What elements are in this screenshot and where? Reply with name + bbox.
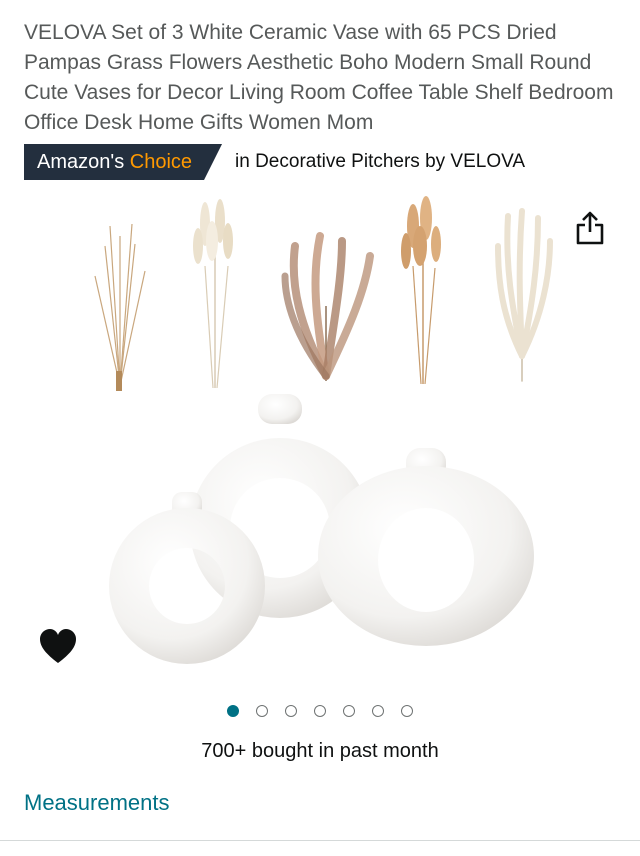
gallery-dot-5[interactable] bbox=[343, 705, 355, 717]
amazons-choice-row: Amazon's Choice in Decorative Pitchers b… bbox=[24, 144, 525, 180]
pampas-bundle-5 bbox=[495, 208, 553, 382]
gallery-dots bbox=[0, 705, 640, 717]
badge-category: in Decorative Pitchers by VELOVA bbox=[235, 151, 526, 172]
pampas-bundle-1 bbox=[94, 223, 146, 391]
gallery-dot-2[interactable] bbox=[256, 705, 268, 717]
pampas-bundle-2 bbox=[193, 199, 233, 389]
product-title: VELOVA Set of 3 White Ceramic Vase with … bbox=[24, 21, 614, 134]
gallery-dot-7[interactable] bbox=[401, 705, 413, 717]
pampas-bundle-4 bbox=[401, 196, 441, 385]
product-image[interactable] bbox=[80, 196, 560, 686]
gallery-dot-4[interactable] bbox=[314, 705, 326, 717]
gallery-dot-6[interactable] bbox=[372, 705, 384, 717]
amazons-choice-badge[interactable]: Amazon's Choice bbox=[24, 144, 222, 180]
bought-count: 700+ bought in past month bbox=[201, 740, 439, 762]
share-icon[interactable] bbox=[574, 210, 606, 246]
heart-icon[interactable] bbox=[38, 628, 78, 666]
measurements-link[interactable]: Measurements bbox=[24, 790, 170, 816]
vase-small-left bbox=[109, 492, 265, 664]
section-divider bbox=[0, 840, 640, 841]
gallery-dot-3[interactable] bbox=[285, 705, 297, 717]
gallery-dot-1[interactable] bbox=[227, 705, 239, 717]
badge-highlight: Choice bbox=[129, 150, 193, 173]
badge-prefix: Amazon's bbox=[37, 150, 125, 173]
pampas-bundle-3 bbox=[281, 232, 374, 381]
